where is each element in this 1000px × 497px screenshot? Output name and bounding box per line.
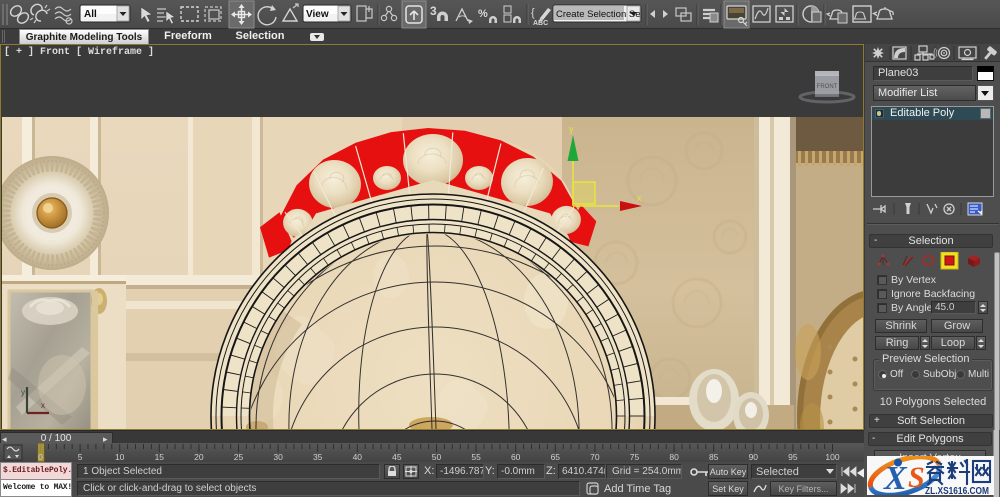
svg-text:80: 80 — [669, 452, 679, 462]
svg-text:45: 45 — [392, 452, 402, 462]
svg-text:View: View — [306, 9, 329, 20]
svg-text:{: { — [531, 7, 535, 19]
svg-text:60: 60 — [511, 452, 521, 462]
svg-text:y: y — [569, 124, 574, 134]
svg-text:S: S — [908, 461, 925, 494]
svg-text:85: 85 — [709, 452, 719, 462]
svg-text:55: 55 — [471, 452, 481, 462]
svg-text:x: x — [637, 193, 642, 203]
svg-text:ZL.XS1616.COM: ZL.XS1616.COM — [925, 485, 989, 495]
svg-text:3: 3 — [430, 4, 437, 18]
svg-text:100: 100 — [825, 452, 839, 462]
svg-text:%: % — [478, 8, 488, 20]
svg-text:ABC: ABC — [533, 20, 548, 27]
svg-text:30: 30 — [273, 452, 283, 462]
svg-text:35: 35 — [313, 452, 323, 462]
svg-text:40: 40 — [353, 452, 363, 462]
svg-text:All: All — [84, 9, 97, 20]
svg-text:y: y — [21, 388, 25, 397]
svg-text:50: 50 — [432, 452, 442, 462]
svg-text:x: x — [41, 401, 45, 410]
svg-text:15: 15 — [155, 452, 165, 462]
svg-text:10: 10 — [115, 452, 125, 462]
svg-text:20: 20 — [194, 452, 204, 462]
svg-text:FRONT: FRONT — [817, 84, 838, 90]
svg-text:25: 25 — [234, 452, 244, 462]
svg-text:Create Selection Se: Create Selection Se — [556, 9, 641, 20]
svg-text:X: X — [883, 460, 908, 495]
svg-text:70: 70 — [590, 452, 600, 462]
svg-text:75: 75 — [630, 452, 640, 462]
svg-text:65: 65 — [551, 452, 561, 462]
svg-text:0: 0 — [38, 452, 43, 462]
svg-text:90: 90 — [749, 452, 759, 462]
svg-text:95: 95 — [788, 452, 798, 462]
svg-text:5: 5 — [78, 452, 83, 462]
